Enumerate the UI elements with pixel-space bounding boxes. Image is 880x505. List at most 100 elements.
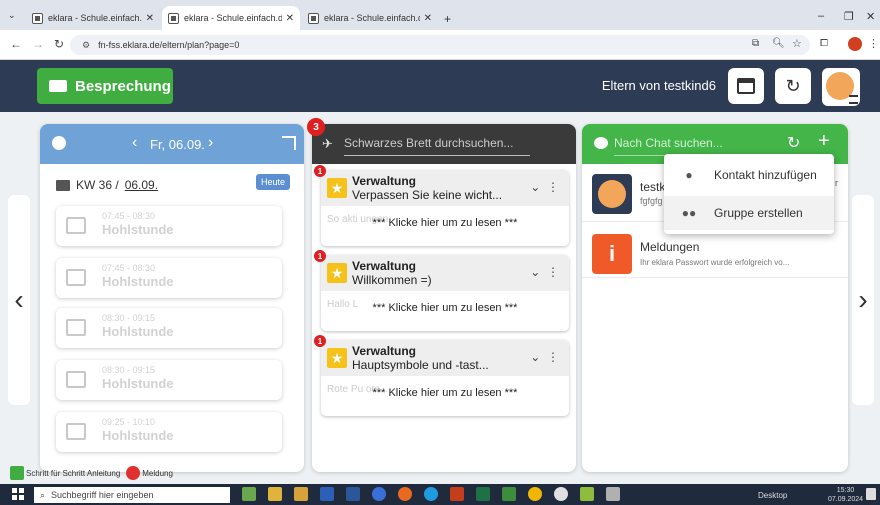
taskbar-clock[interactable]: 15:30 07.09.2024: [828, 486, 863, 504]
refresh-chat-icon[interactable]: ↻: [787, 133, 800, 153]
schedule-slot[interactable]: 08:30 - 09:15 Hohlstunde: [56, 308, 282, 348]
schedule-slot[interactable]: 08:30 - 09:15 Hohlstunde: [56, 360, 282, 400]
new-tab-icon[interactable]: +: [444, 12, 451, 26]
star-icon: ★: [327, 263, 347, 283]
lesson-icon: [66, 423, 86, 440]
next-day-chevron-icon[interactable]: ›: [208, 134, 213, 152]
post-read-link[interactable]: *** Klicke hier um zu lesen ***: [321, 302, 569, 314]
windows-start-icon[interactable]: [12, 488, 24, 500]
app-icon-white[interactable]: [554, 487, 568, 501]
post-read-link[interactable]: *** Klicke hier um zu lesen ***: [321, 387, 569, 399]
close-tab-icon[interactable]: ✕: [424, 13, 432, 24]
bulletin-board-panel: ✈ Schwarzes Brett durchsuchen... ★ Verwa…: [312, 124, 576, 472]
zoom-icon[interactable]: 🔍︎: [772, 38, 785, 49]
site-info-icon[interactable]: ⚙: [82, 40, 90, 51]
taskbar-search-input[interactable]: ⌕ Suchbegriff hier eingeben: [34, 487, 230, 503]
forward-icon[interactable]: →: [32, 37, 44, 51]
schedule-slot[interactable]: 07:45 - 08:30 Hohlstunde: [56, 258, 282, 298]
post-controls[interactable]: ⌄ ⋮: [530, 180, 559, 194]
slot-name: Hohlstunde: [102, 376, 174, 391]
address-bar[interactable]: ⚙ fn-fss.eklara.de/eltern/plan?page=0: [70, 35, 810, 55]
chat-contact-name: Meldungen: [640, 240, 700, 254]
post-read-link[interactable]: *** Klicke hier um zu lesen ***: [321, 217, 569, 229]
browser-tab-2[interactable]: eklara - Schule.einfach.digital. ✕: [162, 6, 300, 30]
close-tab-icon[interactable]: ✕: [146, 13, 154, 24]
board-post[interactable]: ★ Verwaltung Hauptsymbole und -tast... ⌄…: [321, 340, 569, 416]
info-icon: i: [592, 234, 632, 274]
slot-name: Hohlstunde: [102, 324, 174, 339]
browser-tab-1[interactable]: eklara - Schule.einfach.digital. ✕: [26, 6, 160, 30]
next-page-button[interactable]: ›: [852, 195, 874, 405]
clock-time: 15:30: [836, 487, 855, 494]
folder-icon[interactable]: [294, 487, 308, 501]
edge-icon[interactable]: [424, 487, 438, 501]
minimize-icon[interactable]: –: [818, 10, 824, 22]
url-text: fn-fss.eklara.de/eltern/plan?page=0: [98, 40, 240, 50]
desktop-toolbar-label[interactable]: Desktop: [758, 491, 787, 500]
word-icon[interactable]: [346, 487, 360, 501]
taskbar-app-icon[interactable]: [242, 487, 256, 501]
app-icon-blue[interactable]: [372, 487, 386, 501]
eklara-favicon-icon: [308, 12, 319, 24]
reload-icon[interactable]: ↻: [54, 37, 64, 51]
refresh-button[interactable]: ↻: [775, 68, 811, 104]
schedule-header: ‹ Fr, 06.09. ›: [40, 124, 304, 164]
today-button[interactable]: Heute: [255, 174, 290, 190]
browser-menu-icon[interactable]: ⋮: [868, 37, 879, 50]
schedule-slot[interactable]: 07:45 - 08:30 Hohlstunde: [56, 206, 282, 246]
calendar-button[interactable]: [728, 68, 764, 104]
legend-swatch-red: [126, 466, 141, 480]
post-unread-badge: 1: [314, 165, 326, 177]
file-explorer-icon[interactable]: [268, 487, 282, 501]
close-tab-icon[interactable]: ✕: [286, 13, 294, 24]
chevron-left-icon: ‹: [14, 284, 24, 315]
schedule-slot[interactable]: 09:25 - 10:10 Hohlstunde: [56, 412, 282, 452]
extensions-icon[interactable]: ⧠: [820, 38, 828, 49]
user-avatar[interactable]: [822, 68, 860, 106]
post-sender: Verwaltung: [352, 344, 417, 358]
chrome-icon[interactable]: [528, 487, 542, 501]
unread-count-badge: 3: [307, 118, 325, 136]
board-post[interactable]: ★ Verwaltung Willkommen =) ⌄ ⋮ Hallo L *…: [321, 255, 569, 331]
excel-icon[interactable]: [476, 487, 490, 501]
add-chat-icon[interactable]: +: [818, 130, 830, 153]
close-window-icon[interactable]: ✕: [866, 10, 875, 23]
video-camera-icon: [49, 80, 67, 92]
week-date-link[interactable]: 06.09.: [125, 178, 158, 192]
board-search-input[interactable]: Schwarzes Brett durchsuchen...: [344, 136, 530, 156]
bookmark-star-icon[interactable]: ☆: [792, 37, 802, 50]
menu-item-label: Gruppe erstellen: [714, 206, 803, 220]
outlook-icon[interactable]: [320, 487, 334, 501]
board-post[interactable]: ★ Verwaltung Verpassen Sie keine wicht..…: [321, 170, 569, 246]
post-sender: Verwaltung: [352, 259, 417, 273]
install-app-icon[interactable]: ⧉: [752, 38, 759, 49]
add-contact-menu-item[interactable]: ● Kontakt hinzufügen: [664, 158, 834, 192]
powerpoint-icon[interactable]: [450, 487, 464, 501]
app-icon-lime[interactable]: [580, 487, 594, 501]
contact-avatar: [592, 174, 632, 214]
app-icon-green[interactable]: [502, 487, 516, 501]
firefox-icon[interactable]: [398, 487, 412, 501]
post-unread-badge: 1: [314, 250, 326, 262]
step-by-step-guide-link[interactable]: Schritt für Schritt Anleitung: [26, 469, 120, 478]
app-icon-gray[interactable]: [606, 487, 620, 501]
create-group-menu-item[interactable]: ●● Gruppe erstellen: [664, 196, 834, 230]
taskbar-search-placeholder: Suchbegriff hier eingeben: [51, 490, 154, 500]
slot-time: 07:45 - 08:30: [102, 211, 156, 221]
previous-page-button[interactable]: ‹: [8, 195, 30, 405]
expand-icon[interactable]: [282, 136, 296, 150]
report-link[interactable]: Meldung: [142, 469, 173, 478]
profile-avatar-icon[interactable]: [848, 37, 862, 51]
notification-icon[interactable]: [866, 488, 876, 500]
previous-day-chevron-icon[interactable]: ‹: [132, 134, 137, 152]
eklara-favicon-icon: [32, 12, 43, 24]
post-controls[interactable]: ⌄ ⋮: [530, 265, 559, 279]
tab-list-chevron-icon[interactable]: ⌄: [8, 10, 16, 21]
chat-search-input[interactable]: Nach Chat suchen...: [614, 136, 774, 156]
slot-time: 07:45 - 08:30: [102, 263, 156, 273]
post-controls[interactable]: ⌄ ⋮: [530, 350, 559, 364]
maximize-icon[interactable]: ❐: [844, 10, 854, 23]
back-icon[interactable]: ←: [10, 37, 22, 51]
browser-tab-3[interactable]: eklara - Schule.einfach.digital. ✕: [302, 6, 438, 30]
meeting-button[interactable]: Besprechung: [37, 68, 173, 104]
